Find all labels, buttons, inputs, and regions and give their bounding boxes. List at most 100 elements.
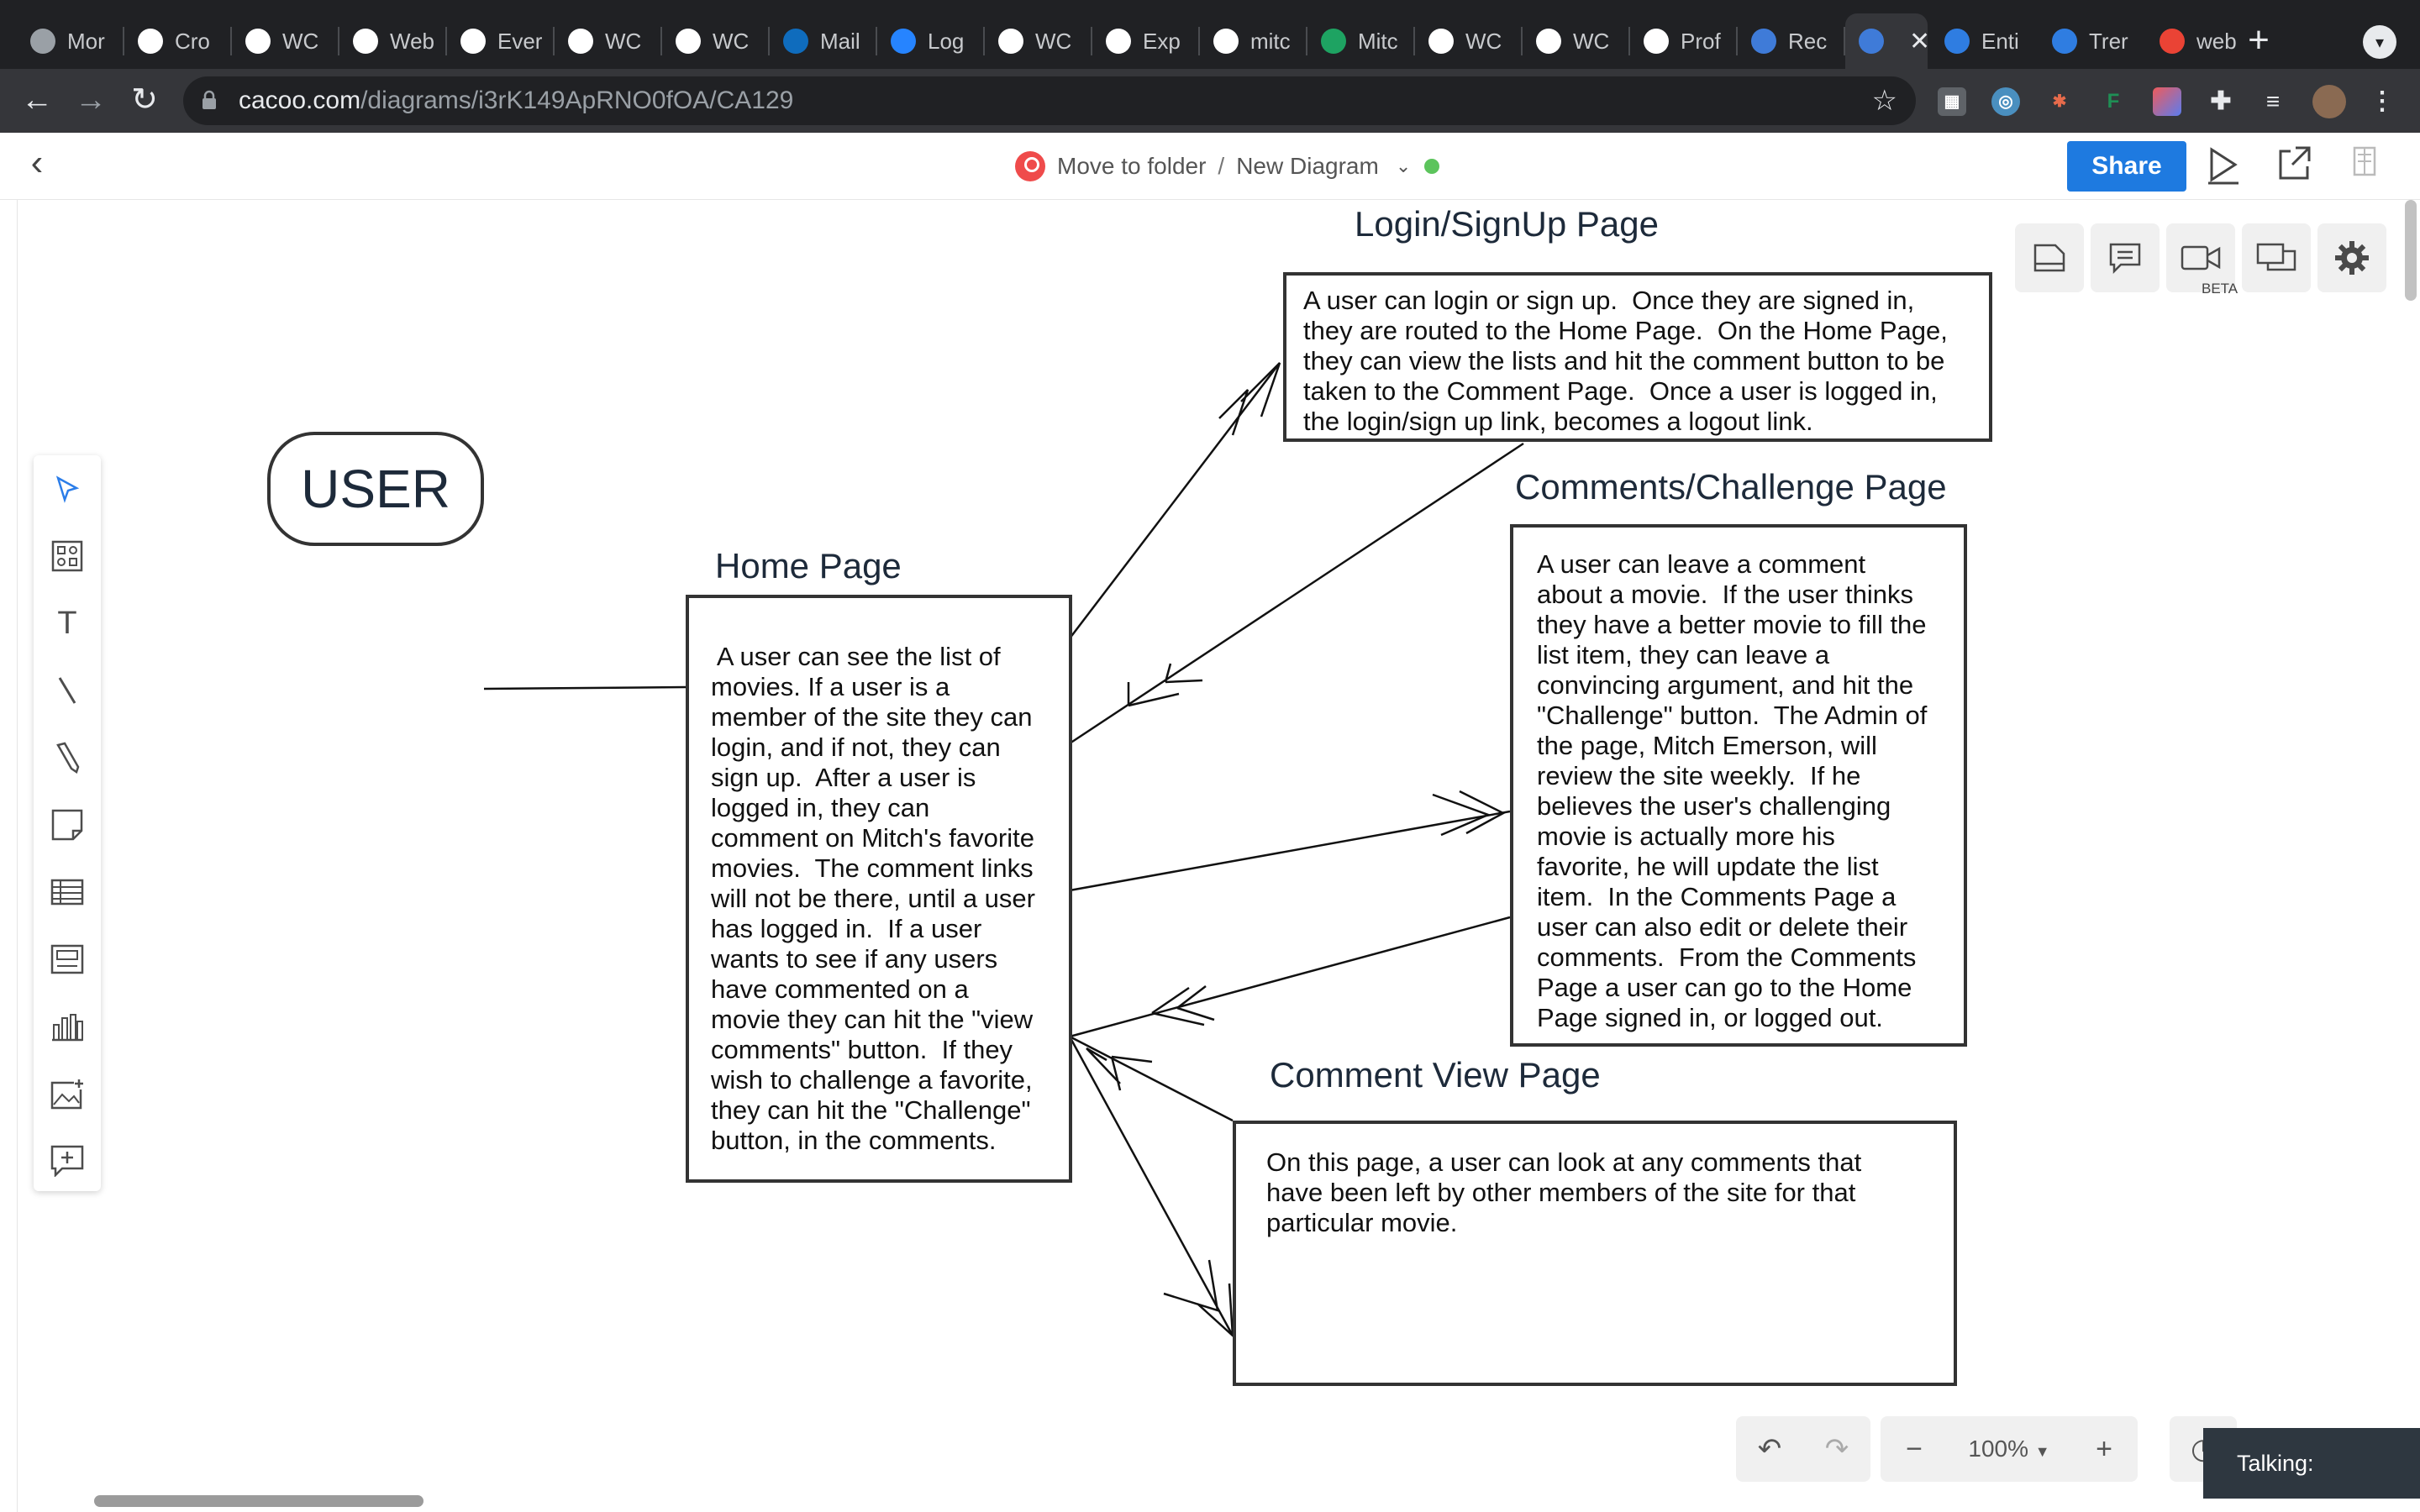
extension-wf-icon[interactable]: F bbox=[2099, 87, 2128, 116]
github-icon bbox=[1536, 29, 1561, 54]
select-pointer-icon[interactable] bbox=[45, 467, 89, 511]
tab[interactable]: Web bbox=[339, 13, 444, 69]
comments-page-box[interactable]: A user can leave a comment about a movie.… bbox=[1510, 524, 1967, 1047]
tab[interactable]: Mitc bbox=[1307, 13, 1412, 69]
media-queue-icon[interactable]: ≡ bbox=[2259, 87, 2287, 116]
atlassian-icon bbox=[891, 29, 916, 54]
export-icon[interactable] bbox=[2272, 144, 2316, 188]
tab-search-icon[interactable]: ▾ bbox=[2363, 25, 2396, 59]
comment-view-box[interactable]: On this page, a user can look at any com… bbox=[1233, 1121, 1957, 1386]
undo-icon[interactable]: ↶ bbox=[1736, 1432, 1803, 1466]
tab[interactable]: Prof bbox=[1630, 13, 1734, 69]
tab-label: Enti bbox=[1981, 28, 2019, 54]
comments-text-line: about a movie. If the user thinks bbox=[1537, 580, 1914, 609]
connector-home-view[interactable] bbox=[1068, 1036, 1234, 1336]
forward-arrow-icon[interactable]: → bbox=[69, 79, 113, 123]
sticky-note-icon[interactable] bbox=[45, 803, 89, 847]
tab-active[interactable]: U✕ bbox=[1845, 13, 1928, 69]
extension-gradient-icon[interactable] bbox=[2153, 87, 2181, 116]
tab[interactable]: WC bbox=[555, 13, 659, 69]
extension-people-icon[interactable]: ✱ bbox=[2045, 87, 2074, 116]
share-button[interactable]: Share bbox=[2067, 141, 2186, 192]
home-page-box[interactable]: A user can see the list of movies. If a u… bbox=[686, 595, 1072, 1183]
vertical-scrollbar[interactable] bbox=[2405, 200, 2417, 301]
table-tool-icon[interactable] bbox=[45, 870, 89, 914]
home-page-title[interactable]: Home Page bbox=[715, 546, 902, 586]
tab[interactable]: Exp bbox=[1092, 13, 1197, 69]
login-text-line: they are routed to the Home Page. On the… bbox=[1303, 316, 1948, 345]
diagram-name[interactable]: New Diagram bbox=[1236, 153, 1379, 180]
tab[interactable]: Mail bbox=[770, 13, 874, 69]
integrations-icon[interactable] bbox=[2343, 144, 2386, 188]
zoom-out-button[interactable]: − bbox=[1881, 1433, 1948, 1466]
tab-label: Mor bbox=[67, 28, 105, 54]
tab[interactable]: Rec bbox=[1738, 13, 1842, 69]
extension-target-icon[interactable]: ◎ bbox=[1991, 87, 2020, 116]
pages-icon[interactable] bbox=[2015, 223, 2084, 292]
bookmark-star-icon[interactable]: ☆ bbox=[1872, 76, 1897, 125]
tab[interactable]: Cro bbox=[124, 13, 229, 69]
view-text-line: have been left by other members of the s… bbox=[1266, 1178, 1856, 1207]
paw-icon bbox=[1106, 29, 1131, 54]
connector-home-comments[interactable] bbox=[1069, 810, 1511, 892]
zoom-level-dropdown[interactable]: 100% ▼ bbox=[1948, 1436, 2070, 1462]
present-play-icon[interactable] bbox=[2202, 144, 2245, 188]
tab[interactable]: Enti bbox=[1931, 13, 2035, 69]
line-tool-icon[interactable] bbox=[45, 669, 89, 712]
h-icon bbox=[1644, 29, 1669, 54]
tab[interactable]: Mor bbox=[17, 13, 121, 69]
comment-view-title[interactable]: Comment View Page bbox=[1270, 1055, 1601, 1095]
new-tab-button[interactable]: + bbox=[2235, 18, 2282, 66]
back-arrow-icon[interactable]: ← bbox=[15, 79, 59, 123]
chevron-down-icon[interactable]: ⌄ bbox=[1396, 155, 1411, 177]
tab[interactable]: Ever bbox=[447, 13, 551, 69]
shapes-icon[interactable] bbox=[45, 534, 89, 578]
tool-palette: T bbox=[34, 455, 101, 1191]
tab-label: WC bbox=[1573, 28, 1610, 54]
pen-tool-icon[interactable] bbox=[45, 736, 89, 780]
github-icon bbox=[245, 29, 271, 54]
diamond-icon bbox=[1944, 29, 1970, 54]
tab[interactable]: WC bbox=[1415, 13, 1519, 69]
tab[interactable]: WC bbox=[1523, 13, 1627, 69]
comments-page-title[interactable]: Comments/Challenge Page bbox=[1515, 467, 1947, 507]
connector-home-login[interactable] bbox=[1069, 362, 1281, 639]
extensions-puzzle-icon[interactable]: ✚ bbox=[2207, 87, 2235, 116]
user-node[interactable]: USER bbox=[267, 432, 484, 546]
chat-icon[interactable] bbox=[2242, 223, 2311, 292]
connector-login-home[interactable] bbox=[1069, 442, 1524, 745]
login-text-line: they can view the lists and hit the comm… bbox=[1303, 346, 1945, 375]
reload-icon[interactable]: ↻ bbox=[123, 79, 166, 123]
settings-gear-icon[interactable] bbox=[2317, 223, 2386, 292]
zoom-in-button[interactable]: + bbox=[2070, 1433, 2138, 1466]
template-tool-icon[interactable] bbox=[45, 937, 89, 981]
comments-text-line: they have a better movie to fill the bbox=[1537, 610, 1927, 639]
add-comment-icon[interactable] bbox=[45, 1139, 89, 1183]
extension-grid-icon[interactable]: ▦ bbox=[1938, 87, 1966, 116]
text-tool-icon[interactable]: T bbox=[45, 601, 89, 645]
redo-icon[interactable]: ↷ bbox=[1803, 1432, 1870, 1466]
connector-user-home[interactable] bbox=[483, 685, 687, 690]
diagram-canvas[interactable]: USER Home Page A user can see the list o… bbox=[17, 200, 2403, 1512]
login-page-box[interactable]: A user can login or sign up. Once they a… bbox=[1283, 272, 1992, 442]
horizontal-scrollbar[interactable] bbox=[94, 1495, 424, 1507]
tab[interactable]: Trer bbox=[2039, 13, 2143, 69]
tab[interactable]: WC bbox=[985, 13, 1089, 69]
close-tab-icon[interactable]: ✕ bbox=[1909, 27, 1928, 56]
address-bar[interactable]: cacoo.com/diagrams/i3rK149ApRNO0fOA/CA12… bbox=[183, 76, 1916, 125]
tab[interactable]: mitc bbox=[1200, 13, 1304, 69]
chart-tool-icon[interactable] bbox=[45, 1005, 89, 1048]
connector-comments-home[interactable] bbox=[1069, 916, 1511, 1038]
tab[interactable]: WC bbox=[662, 13, 766, 69]
profile-avatar[interactable] bbox=[2312, 85, 2346, 118]
menu-kebab-icon[interactable]: ⋮ bbox=[2368, 87, 2396, 116]
image-upload-icon[interactable] bbox=[45, 1072, 89, 1116]
comments-text-line: Page signed in, or logged out. bbox=[1537, 1003, 1883, 1032]
back-chevron-icon[interactable]: ‹ bbox=[17, 144, 57, 185]
tab[interactable]: Log bbox=[877, 13, 981, 69]
connector-view-home[interactable] bbox=[1069, 1035, 1234, 1122]
comments-icon[interactable] bbox=[2091, 223, 2160, 292]
login-page-title[interactable]: Login/SignUp Page bbox=[1355, 204, 1659, 244]
move-to-folder-link[interactable]: Move to folder bbox=[1057, 153, 1206, 180]
tab[interactable]: WC bbox=[232, 13, 336, 69]
